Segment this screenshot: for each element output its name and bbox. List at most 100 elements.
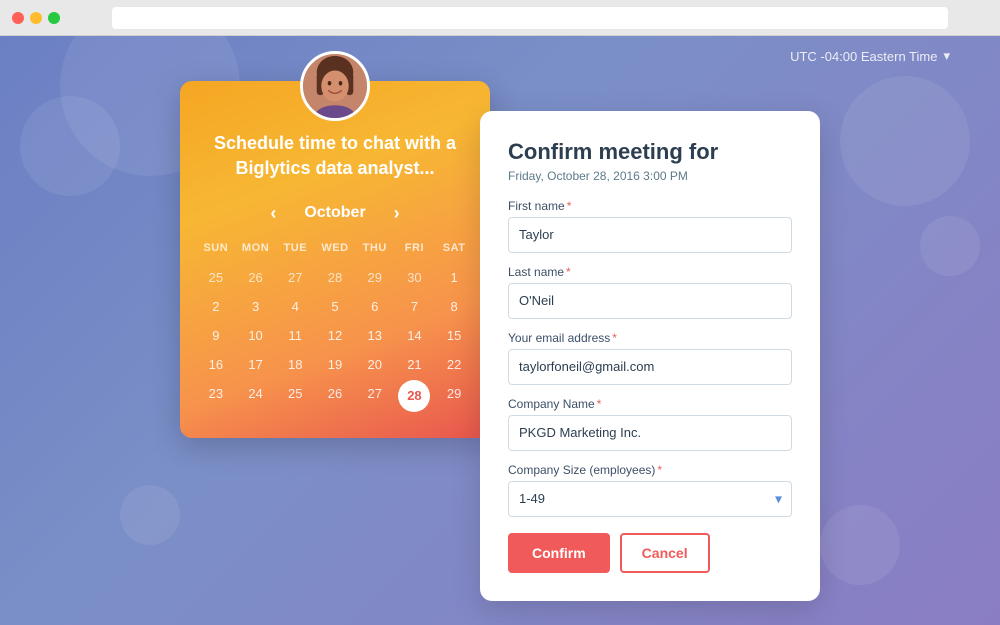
company-name-input[interactable] (508, 415, 792, 451)
timezone-bar[interactable]: UTC -04:00 Eastern Time ▾ (790, 48, 950, 64)
company-name-group: Company Name* (508, 397, 792, 451)
calendar-grid: SUN MON TUE WED THU FRI SAT 25 26 27 28 … (180, 238, 490, 412)
minimize-dot[interactable] (30, 12, 42, 24)
timezone-label: UTC -04:00 Eastern Time (790, 49, 937, 64)
avatar-area (180, 51, 490, 121)
day-10[interactable]: 10 (236, 322, 276, 349)
form-subtitle: Friday, October 28, 2016 3:00 PM (508, 169, 792, 183)
cal-week-2: 2 3 4 5 6 7 8 (196, 293, 474, 320)
day-9[interactable]: 9 (196, 322, 236, 349)
first-name-input[interactable] (508, 217, 792, 253)
col-tue: TUE (275, 238, 315, 258)
day-26[interactable]: 26 (315, 380, 355, 412)
day-11[interactable]: 11 (275, 322, 315, 349)
avatar (300, 51, 370, 121)
day-23[interactable]: 23 (196, 380, 236, 412)
required-star-4: * (597, 397, 602, 411)
email-label: Your email address* (508, 331, 792, 345)
cal-week-3: 9 10 11 12 13 14 15 (196, 322, 474, 349)
day-3[interactable]: 3 (236, 293, 276, 320)
main-area: UTC -04:00 Eastern Time ▾ (0, 36, 1000, 625)
close-dot[interactable] (12, 12, 24, 24)
email-group: Your email address* (508, 331, 792, 385)
day-16[interactable]: 16 (196, 351, 236, 378)
form-actions: Confirm Cancel (508, 533, 792, 573)
cancel-button[interactable]: Cancel (620, 533, 710, 573)
day-6[interactable]: 6 (355, 293, 395, 320)
day-25[interactable]: 25 (275, 380, 315, 412)
browser-chrome (0, 0, 1000, 36)
month-label: October (304, 204, 365, 222)
day-7[interactable]: 7 (395, 293, 435, 320)
col-fri: FRI (395, 238, 435, 258)
day-29-prev[interactable]: 29 (355, 264, 395, 291)
day-26-prev[interactable]: 26 (236, 264, 276, 291)
form-panel: Confirm meeting for Friday, October 28, … (480, 111, 820, 601)
col-thu: THU (355, 238, 395, 258)
day-20[interactable]: 20 (355, 351, 395, 378)
form-title: Confirm meeting for (508, 139, 792, 165)
last-name-label: Last name* (508, 265, 792, 279)
first-name-group: First name* (508, 199, 792, 253)
col-wed: WED (315, 238, 355, 258)
deco-circle-3 (120, 485, 180, 545)
browser-dots (12, 12, 60, 24)
confirm-button[interactable]: Confirm (508, 533, 610, 573)
day-21[interactable]: 21 (395, 351, 435, 378)
col-mon: MON (236, 238, 276, 258)
cal-header-row: SUN MON TUE WED THU FRI SAT (196, 238, 474, 258)
day-17[interactable]: 17 (236, 351, 276, 378)
day-12[interactable]: 12 (315, 322, 355, 349)
calendar-title: Schedule time to chat with a Biglytics d… (180, 131, 490, 199)
day-8[interactable]: 8 (434, 293, 474, 320)
day-1[interactable]: 1 (434, 264, 474, 291)
day-24[interactable]: 24 (236, 380, 276, 412)
company-name-label: Company Name* (508, 397, 792, 411)
day-30-prev[interactable]: 30 (395, 264, 435, 291)
first-name-label: First name* (508, 199, 792, 213)
day-25-prev[interactable]: 25 (196, 264, 236, 291)
email-input[interactable] (508, 349, 792, 385)
deco-circle-4 (840, 76, 970, 206)
day-29[interactable]: 29 (434, 380, 474, 412)
day-15[interactable]: 15 (434, 322, 474, 349)
day-27-prev[interactable]: 27 (275, 264, 315, 291)
required-star-1: * (567, 199, 572, 213)
cal-week-1: 25 26 27 28 29 30 1 (196, 264, 474, 291)
required-star-2: * (566, 265, 571, 279)
calendar-card: Schedule time to chat with a Biglytics d… (180, 81, 490, 438)
cal-week-4: 16 17 18 19 20 21 22 (196, 351, 474, 378)
day-2[interactable]: 2 (196, 293, 236, 320)
day-4[interactable]: 4 (275, 293, 315, 320)
calendar-nav: ‹ October › (180, 199, 490, 228)
deco-circle-2 (20, 96, 120, 196)
required-star-3: * (612, 331, 617, 345)
day-14[interactable]: 14 (395, 322, 435, 349)
col-sat: SAT (434, 238, 474, 258)
last-name-input[interactable] (508, 283, 792, 319)
day-28-prev[interactable]: 28 (315, 264, 355, 291)
day-22[interactable]: 22 (434, 351, 474, 378)
day-27[interactable]: 27 (355, 380, 395, 412)
day-13[interactable]: 13 (355, 322, 395, 349)
timezone-arrow: ▾ (943, 48, 950, 64)
deco-circle-6 (820, 505, 900, 585)
day-28-selected[interactable]: 28 (398, 380, 430, 412)
day-18[interactable]: 18 (275, 351, 315, 378)
company-size-group: Company Size (employees)* 1-49 50-199 20… (508, 463, 792, 517)
content-wrapper: Schedule time to chat with a Biglytics d… (180, 81, 820, 601)
day-19[interactable]: 19 (315, 351, 355, 378)
last-name-group: Last name* (508, 265, 792, 319)
next-month-button[interactable]: › (386, 199, 408, 228)
maximize-dot[interactable] (48, 12, 60, 24)
col-sun: SUN (196, 238, 236, 258)
prev-month-button[interactable]: ‹ (262, 199, 284, 228)
required-star-5: * (657, 463, 662, 477)
day-5[interactable]: 5 (315, 293, 355, 320)
cal-week-5: 23 24 25 26 27 28 29 (196, 380, 474, 412)
company-size-select-wrapper: 1-49 50-199 200-999 1000+ ▾ (508, 481, 792, 517)
company-size-label: Company Size (employees)* (508, 463, 792, 477)
company-size-select[interactable]: 1-49 50-199 200-999 1000+ (508, 481, 792, 517)
address-bar[interactable] (112, 7, 948, 29)
deco-circle-5 (920, 216, 980, 276)
